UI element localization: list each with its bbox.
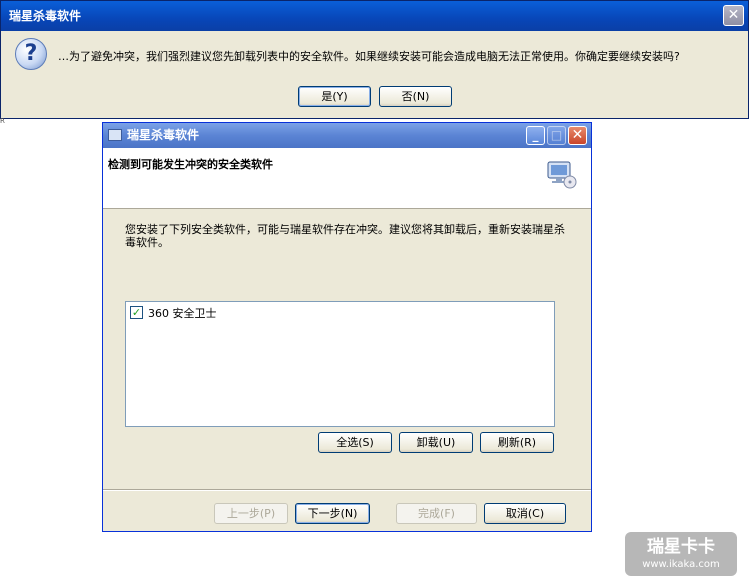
no-button[interactable]: 否(N) <box>379 86 452 107</box>
stray-mark: R <box>0 117 5 125</box>
dialog-close-button[interactable]: ✕ <box>723 5 744 26</box>
watermark-url: www.ikaka.com <box>642 559 720 570</box>
dialog-title: 瑞星杀毒软件 <box>9 9 82 23</box>
watermark-title: 瑞星卡卡 <box>647 537 715 557</box>
installer-window: 瑞星杀毒软件 _ □ ✕ 检测到可能发生冲突的安全类软件 您安装了下列安全类软件… <box>102 122 592 532</box>
item-label: 360 安全卫士 <box>148 307 217 320</box>
item-checkbox[interactable]: ✓ <box>130 306 143 319</box>
dialog-titlebar: 瑞星杀毒软件 ✕ <box>1 1 748 31</box>
finish-button: 完成(F) <box>396 503 477 524</box>
wizard-header: 检测到可能发生冲突的安全类软件 <box>103 148 591 209</box>
select-all-button[interactable]: 全选(S) <box>318 432 392 453</box>
footer-divider <box>103 489 591 491</box>
uninstall-button[interactable]: 卸载(U) <box>399 432 473 453</box>
maximize-button: □ <box>547 126 566 145</box>
installer-titlebar: 瑞星杀毒软件 _ □ ✕ <box>103 123 591 148</box>
next-button[interactable]: 下一步(N) <box>295 503 370 524</box>
confirm-dialog: 瑞星杀毒软件 ✕ ? …为了避免冲突，我们强烈建议您先卸载列表中的安全软件。如果… <box>0 0 749 119</box>
back-button: 上一步(P) <box>214 503 288 524</box>
minimize-button[interactable]: _ <box>526 126 545 145</box>
monitor-cd-icon <box>547 161 577 189</box>
refresh-button[interactable]: 刷新(R) <box>480 432 554 453</box>
description-text: 您安装了下列安全类软件，可能与瑞星软件存在冲突。建议您将其卸载后，重新安装瑞星杀… <box>125 223 565 249</box>
header-title: 检测到可能发生冲突的安全类软件 <box>108 158 273 171</box>
installer-close-button[interactable]: ✕ <box>568 126 587 145</box>
list-item[interactable]: ✓ 360 安全卫士 <box>126 302 554 322</box>
app-icon <box>108 129 122 141</box>
cancel-button[interactable]: 取消(C) <box>484 503 566 524</box>
watermark-logo: 瑞星卡卡 www.ikaka.com <box>625 532 737 576</box>
dialog-message: …为了避免冲突，我们强烈建议您先卸载列表中的安全软件。如果继续安装可能会造成电脑… <box>58 50 680 63</box>
question-icon: ? <box>15 38 47 70</box>
installer-title: 瑞星杀毒软件 <box>127 128 200 142</box>
yes-button[interactable]: 是(Y) <box>298 86 371 107</box>
conflict-software-list: ✓ 360 安全卫士 <box>125 301 555 427</box>
